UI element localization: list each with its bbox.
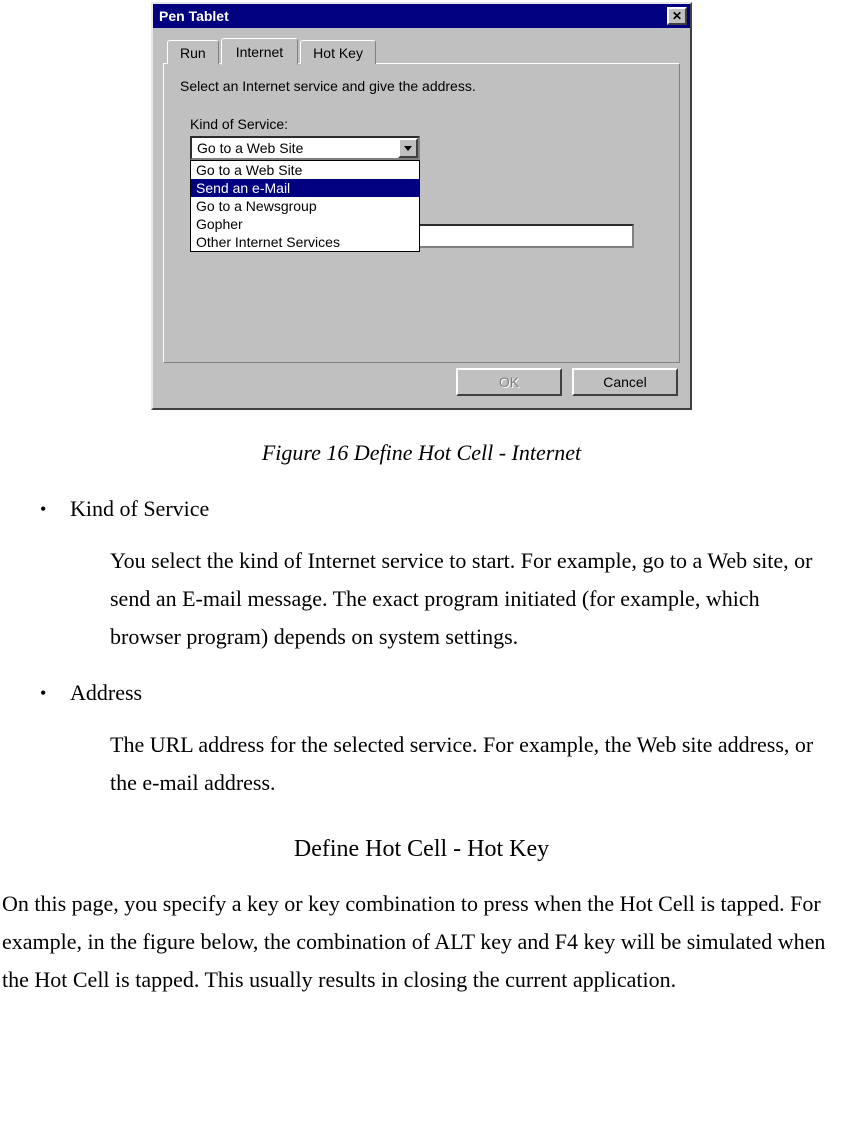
dropdown-item-newsgroup[interactable]: Go to a Newsgroup [191,197,419,215]
instruction-text: Select an Internet service and give the … [180,78,663,94]
bullet-body-address: The URL address for the selected service… [110,726,823,802]
close-icon[interactable]: ✕ [667,7,687,25]
bullet-icon: • [40,494,70,524]
bullet-icon: • [40,678,70,708]
bullet-title-address: Address [70,678,142,708]
cancel-button[interactable]: Cancel [572,368,678,396]
window-title: Pen Tablet [159,8,229,24]
kind-of-service-label: Kind of Service: [190,116,663,132]
ok-button[interactable]: OK [456,368,562,396]
titlebar: Pen Tablet ✕ [153,4,690,28]
tab-run[interactable]: Run [167,40,219,64]
tab-internet[interactable]: Internet [221,38,298,65]
figure-caption: Figure 16 Define Hot Cell - Internet [0,440,843,466]
dropdown-item-web[interactable]: Go to a Web Site [191,161,419,179]
bullet-list: • Kind of Service You select the kind of… [0,494,843,802]
dropdown-list: Go to a Web Site Send an e-Mail Go to a … [190,160,420,252]
pen-tablet-dialog: Pen Tablet ✕ Run Internet Hot Key Select… [151,2,692,410]
tab-strip: Run Internet Hot Key [167,36,680,63]
kind-of-service-combo[interactable]: Go to a Web Site Go to a Web Site Send a… [190,136,420,160]
dropdown-item-email[interactable]: Send an e-Mail [191,179,419,197]
section-heading: Define Hot Cell - Hot Key [0,836,843,863]
chevron-down-icon[interactable] [398,138,418,158]
tab-hot-key[interactable]: Hot Key [300,40,376,64]
tab-panel-internet: Select an Internet service and give the … [163,63,680,363]
dropdown-item-other[interactable]: Other Internet Services [191,233,419,251]
section-body: On this page, you specify a key or key c… [2,885,837,999]
dropdown-item-gopher[interactable]: Gopher [191,215,419,233]
bullet-title-kind: Kind of Service [70,494,209,524]
combo-selected-value: Go to a Web Site [192,138,398,158]
bullet-body-kind: You select the kind of Internet service … [110,542,823,656]
